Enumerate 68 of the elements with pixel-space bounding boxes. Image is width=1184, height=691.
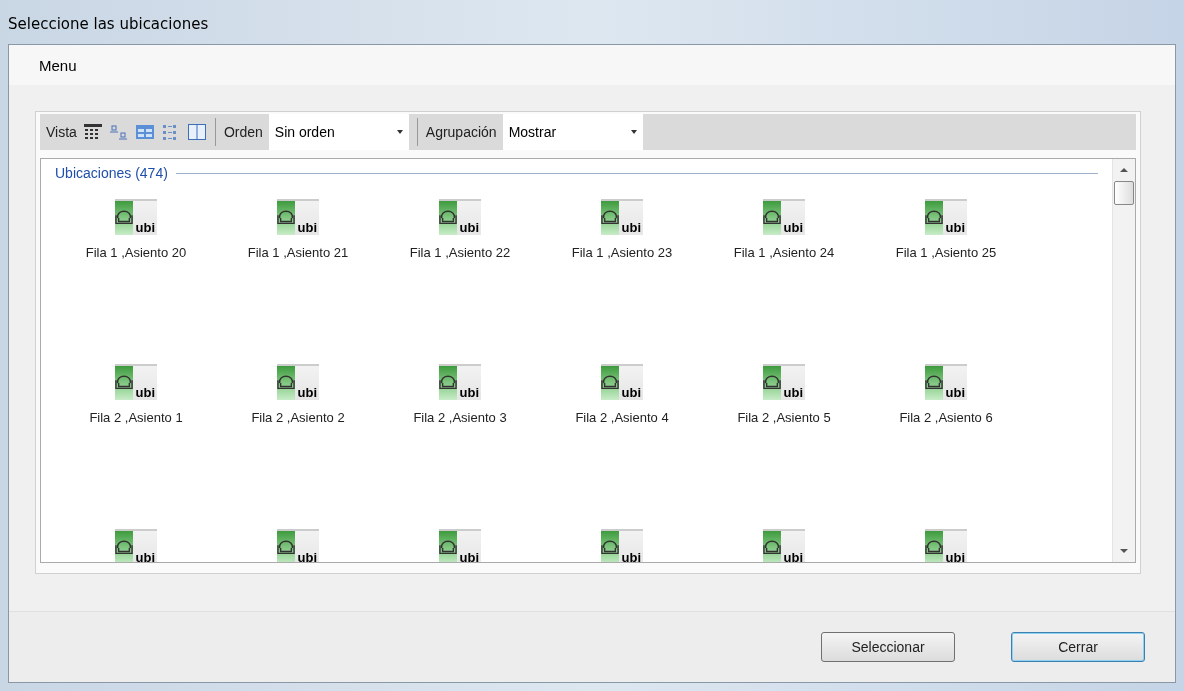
item-label[interactable]: Fila 2 ,Asiento 3	[413, 410, 507, 425]
vertical-scrollbar[interactable]	[1112, 159, 1135, 562]
armchair-icon	[763, 531, 781, 562]
item-label[interactable]: Fila 1 ,Asiento 23	[571, 245, 673, 260]
armchair-icon	[601, 366, 619, 400]
scrollbar-thumb[interactable]	[1114, 181, 1134, 205]
item-label[interactable]: Fila 2 ,Asiento 1	[89, 410, 183, 425]
item-label[interactable]: Fila 2 ,Asiento 5	[737, 410, 831, 425]
armchair-icon	[439, 366, 457, 400]
window-title: Seleccione las ubicaciones	[8, 14, 209, 33]
armchair-icon	[439, 531, 457, 562]
armchair-icon	[439, 201, 457, 235]
armchair-icon	[925, 531, 943, 562]
armchair-icon	[763, 201, 781, 235]
armchair-icon	[115, 201, 133, 235]
item-label[interactable]: Fila 2 ,Asiento 4	[575, 410, 669, 425]
seat-badge-text: ubi	[945, 551, 965, 562]
item-label[interactable]: Fila 1 ,Asiento 20	[85, 245, 187, 260]
armchair-icon	[925, 201, 943, 235]
seat-badge-text: ubi	[783, 221, 803, 235]
armchair-icon	[277, 531, 295, 562]
dropdown-caret-icon	[630, 130, 637, 134]
seat-badge-text: ubi	[297, 221, 317, 235]
armchair-icon	[277, 201, 295, 235]
order-dropdown[interactable]: Sin orden	[268, 114, 409, 150]
view-label: Vista	[46, 124, 77, 140]
grouping-dropdown[interactable]: Mostrar	[502, 114, 643, 150]
details-view-icon[interactable]	[134, 123, 155, 141]
seat-badge-text: ubi	[297, 551, 317, 562]
dropdown-caret-icon	[396, 130, 403, 134]
menu-item[interactable]: Menu	[39, 56, 77, 74]
armchair-icon	[763, 366, 781, 400]
group-header: Ubicaciones (474)	[55, 165, 168, 181]
seat-badge-text: ubi	[945, 386, 965, 400]
seat-badge-text: ubi	[135, 386, 155, 400]
seat-badge-text: ubi	[459, 551, 479, 562]
armchair-icon	[601, 531, 619, 562]
select-button[interactable]: Seleccionar	[821, 632, 955, 662]
seat-badge-text: ubi	[621, 551, 641, 562]
grouping-label: Agrupación	[425, 124, 497, 140]
armchair-icon	[601, 201, 619, 235]
item-label[interactable]: Fila 2 ,Asiento 2	[251, 410, 345, 425]
item-label[interactable]: Fila 1 ,Asiento 22	[409, 245, 511, 260]
item-label[interactable]: Fila 1 ,Asiento 21	[247, 245, 349, 260]
close-button[interactable]: Cerrar	[1011, 632, 1145, 662]
seat-badge-text: ubi	[297, 386, 317, 400]
seat-badge-text: ubi	[945, 221, 965, 235]
columns-view-icon[interactable]	[186, 123, 207, 141]
seat-badge-text: ubi	[783, 386, 803, 400]
armchair-icon	[277, 366, 295, 400]
scroll-up-arrow-icon[interactable]	[1120, 168, 1128, 172]
seat-badge-text: ubi	[459, 221, 479, 235]
item-label[interactable]: Fila 2 ,Asiento 6	[899, 410, 993, 425]
seat-badge-text: ubi	[621, 221, 641, 235]
grid-view-icon[interactable]	[82, 123, 103, 141]
armchair-icon	[115, 366, 133, 400]
item-label[interactable]: Fila 1 ,Asiento 24	[733, 245, 835, 260]
seat-badge-text: ubi	[459, 386, 479, 400]
item-label[interactable]: Fila 1 ,Asiento 25	[895, 245, 997, 260]
seat-badge-text: ubi	[135, 551, 155, 562]
seat-badge-text: ubi	[621, 386, 641, 400]
seat-badge-text: ubi	[135, 221, 155, 235]
small-icons-view-icon[interactable]	[108, 123, 129, 141]
armchair-icon	[115, 531, 133, 562]
scroll-down-arrow-icon[interactable]	[1120, 549, 1128, 553]
armchair-icon	[925, 366, 943, 400]
seat-badge-text: ubi	[783, 551, 803, 562]
order-label: Orden	[223, 124, 263, 140]
